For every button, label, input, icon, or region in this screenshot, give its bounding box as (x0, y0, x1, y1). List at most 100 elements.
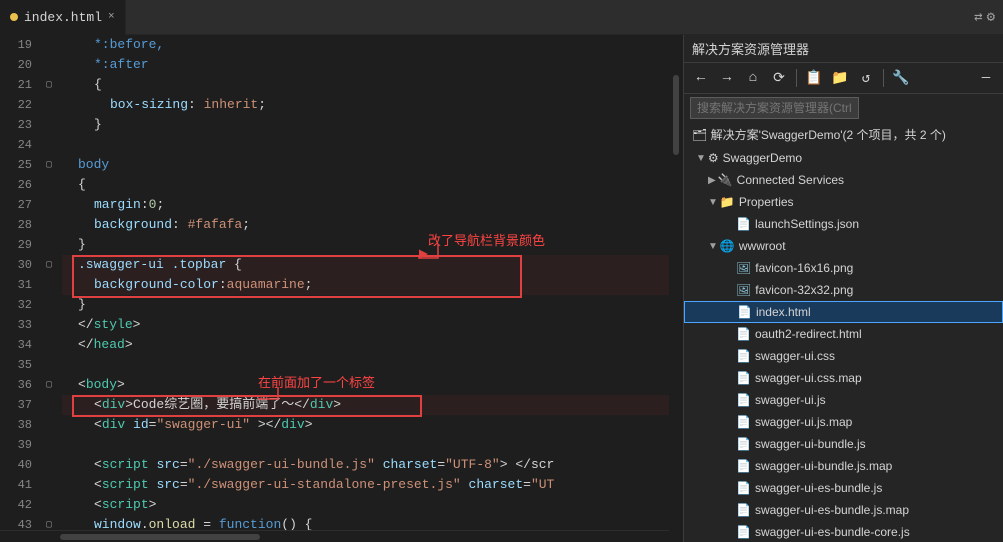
tree-item-connected[interactable]: ▶ 🔌 Connected Services (684, 169, 1003, 191)
fold-btn-25[interactable]: ▢ (46, 159, 52, 171)
code-line-30: .swagger-ui .topbar { (62, 255, 669, 275)
icon-properties: 📁 (720, 195, 735, 209)
label-indexhtml: index.html (756, 305, 811, 319)
label-swaggeresmap: swagger-ui-es-bundle.js.map (755, 503, 909, 517)
fold-column: ▢ ▢ ▢ ▢ (40, 35, 58, 530)
code-line-43: window.onload = function() { (62, 515, 669, 530)
back-button[interactable]: ← (690, 67, 712, 89)
code-line-26: { (62, 175, 669, 195)
label-wwwroot: wwwroot (739, 239, 786, 253)
icon-swaggeres: 📄 (736, 481, 751, 495)
tree-item-wwwroot[interactable]: ▼ 🌐 wwwroot (684, 235, 1003, 257)
scrollbar-thumb[interactable] (673, 75, 679, 155)
label-favicon32: favicon-32x32.png (755, 283, 853, 297)
tab-actions: ⇄ ⚙ (974, 9, 1003, 26)
tree-item-swaggerdemo[interactable]: ▼ ⚙ SwaggerDemo (684, 147, 1003, 169)
tree-item-oauth2[interactable]: 📄 oauth2-redirect.html (684, 323, 1003, 345)
panel-title-text: 解决方案资源管理器 (692, 39, 809, 58)
code-line-38: <div id="swagger-ui" ></div> (62, 415, 669, 435)
code-line-32: } (62, 295, 669, 315)
tree-item-launchsettings[interactable]: 📄 launchSettings.json (684, 213, 1003, 235)
code-content[interactable]: *:before, *:after { box-sizing: inherit; (58, 35, 669, 530)
icon-indexhtml: 📄 (737, 305, 752, 319)
tree-item-swaggerjsmap[interactable]: 📄 swagger-ui.js.map (684, 411, 1003, 433)
icon-favicon16: 🖼 (736, 261, 751, 275)
tab-index-html[interactable]: index.html × (0, 0, 126, 35)
tree-item-swaggeresmap[interactable]: 📄 swagger-ui-es-bundle.js.map (684, 499, 1003, 521)
settings-icon[interactable]: ⚙ (987, 9, 995, 26)
properties-button[interactable]: 📋 (803, 67, 825, 89)
tree-item-swaggerbundle[interactable]: 📄 swagger-ui-bundle.js (684, 433, 1003, 455)
icon-swaggerbundlemap: 📄 (736, 459, 751, 473)
wrench-button[interactable]: 🔧 (890, 67, 912, 89)
code-line-25: body (62, 155, 669, 175)
label-swaggercssmap: swagger-ui.css.map (755, 371, 862, 385)
code-line-42: <script> (62, 495, 669, 515)
show-all-files-button[interactable]: 📁 (829, 67, 851, 89)
home-button[interactable]: ⌂ (742, 67, 764, 89)
tree-item-swaggercssmap[interactable]: 📄 swagger-ui.css.map (684, 367, 1003, 389)
label-properties: Properties (739, 195, 794, 209)
close-panel-button[interactable]: — (975, 67, 997, 89)
forward-button[interactable]: → (716, 67, 738, 89)
icon-swaggerescore: 📄 (736, 525, 751, 539)
tree-item-properties[interactable]: ▼ 📁 Properties (684, 191, 1003, 213)
tree-item-swaggercss[interactable]: 📄 swagger-ui.css (684, 345, 1003, 367)
label-swaggerbundlemap: swagger-ui-bundle.js.map (755, 459, 892, 473)
code-line-35 (62, 355, 669, 375)
code-line-27: margin:0; (62, 195, 669, 215)
split-editor-icon[interactable]: ⇄ (974, 9, 982, 26)
icon-swaggerjsmap: 📄 (736, 415, 751, 429)
label-oauth2: oauth2-redirect.html (755, 327, 862, 341)
label-swaggercss: swagger-ui.css (755, 349, 835, 363)
code-editor: 1920212223 2425262728 2930313233 3435363… (0, 35, 669, 542)
fold-btn-36[interactable]: ▢ (46, 379, 52, 391)
code-line-29: } (62, 235, 669, 255)
tree-item-indexhtml[interactable]: 📄 index.html (684, 301, 1003, 323)
tree-item-favicon32[interactable]: 🖼 favicon-32x32.png (684, 279, 1003, 301)
label-connected: Connected Services (737, 173, 844, 187)
h-scrollbar-thumb[interactable] (60, 534, 260, 540)
tree-item-swaggerbundlemap[interactable]: 📄 swagger-ui-bundle.js.map (684, 455, 1003, 477)
main-content: 1920212223 2425262728 2930313233 3435363… (0, 35, 1003, 542)
search-input[interactable] (690, 97, 859, 119)
horizontal-scrollbar[interactable] (0, 530, 669, 542)
sync-button[interactable]: ⟳ (768, 67, 790, 89)
arrow-properties: ▼ (708, 197, 718, 208)
code-line-28: background: #fafafa; (62, 215, 669, 235)
label-swaggerescore: swagger-ui-es-bundle-core.js (755, 525, 910, 539)
code-line-22: box-sizing: inherit; (62, 95, 669, 115)
label-launchsettings: launchSettings.json (755, 217, 859, 231)
code-line-33: </style> (62, 315, 669, 335)
label-swaggerjs: swagger-ui.js (755, 393, 826, 407)
refresh-button[interactable]: ↺ (855, 67, 877, 89)
editor-vertical-scrollbar[interactable] (669, 35, 683, 542)
divider2 (883, 69, 884, 87)
tree-item-swaggerescore[interactable]: 📄 swagger-ui-es-bundle-core.js (684, 521, 1003, 542)
code-line-36: <body> (62, 375, 669, 395)
icon-launchsettings: 📄 (736, 217, 751, 231)
tree-item-swaggerjs[interactable]: 📄 swagger-ui.js (684, 389, 1003, 411)
tab-close-button[interactable]: × (108, 11, 115, 23)
solution-tree: 🗂 解决方案'SwaggerDemo'(2 个项目，共 2 个) ▼ ⚙ Swa… (684, 122, 1003, 542)
fold-btn-43[interactable]: ▢ (46, 519, 52, 530)
code-area: 1920212223 2425262728 2930313233 3435363… (0, 35, 669, 530)
fold-btn-30[interactable]: ▢ (46, 259, 52, 271)
arrow-swaggerdemo: ▼ (696, 153, 706, 164)
label-swaggerdemo: SwaggerDemo (723, 151, 802, 165)
panel-title: 解决方案资源管理器 (684, 35, 1003, 63)
line-numbers: 1920212223 2425262728 2930313233 3435363… (0, 35, 40, 530)
icon-favicon32: 🖼 (736, 283, 751, 297)
fold-btn-21[interactable]: ▢ (46, 79, 52, 91)
label-swaggerbundle: swagger-ui-bundle.js (755, 437, 866, 451)
tree-item-swaggeres[interactable]: 📄 swagger-ui-es-bundle.js (684, 477, 1003, 499)
code-line-40: <script src="./swagger-ui-bundle.js" cha… (62, 455, 669, 475)
tab-filename: index.html (24, 10, 102, 25)
tab-bar: index.html × ⇄ ⚙ (0, 0, 1003, 35)
icon-connected: 🔌 (718, 173, 733, 187)
tree-item-favicon16[interactable]: 🖼 favicon-16x16.png (684, 257, 1003, 279)
code-line-19: *:before, (62, 35, 669, 55)
code-line-20: *:after (62, 55, 669, 75)
code-line-23: } (62, 115, 669, 135)
label-swaggeres: swagger-ui-es-bundle.js (755, 481, 882, 495)
